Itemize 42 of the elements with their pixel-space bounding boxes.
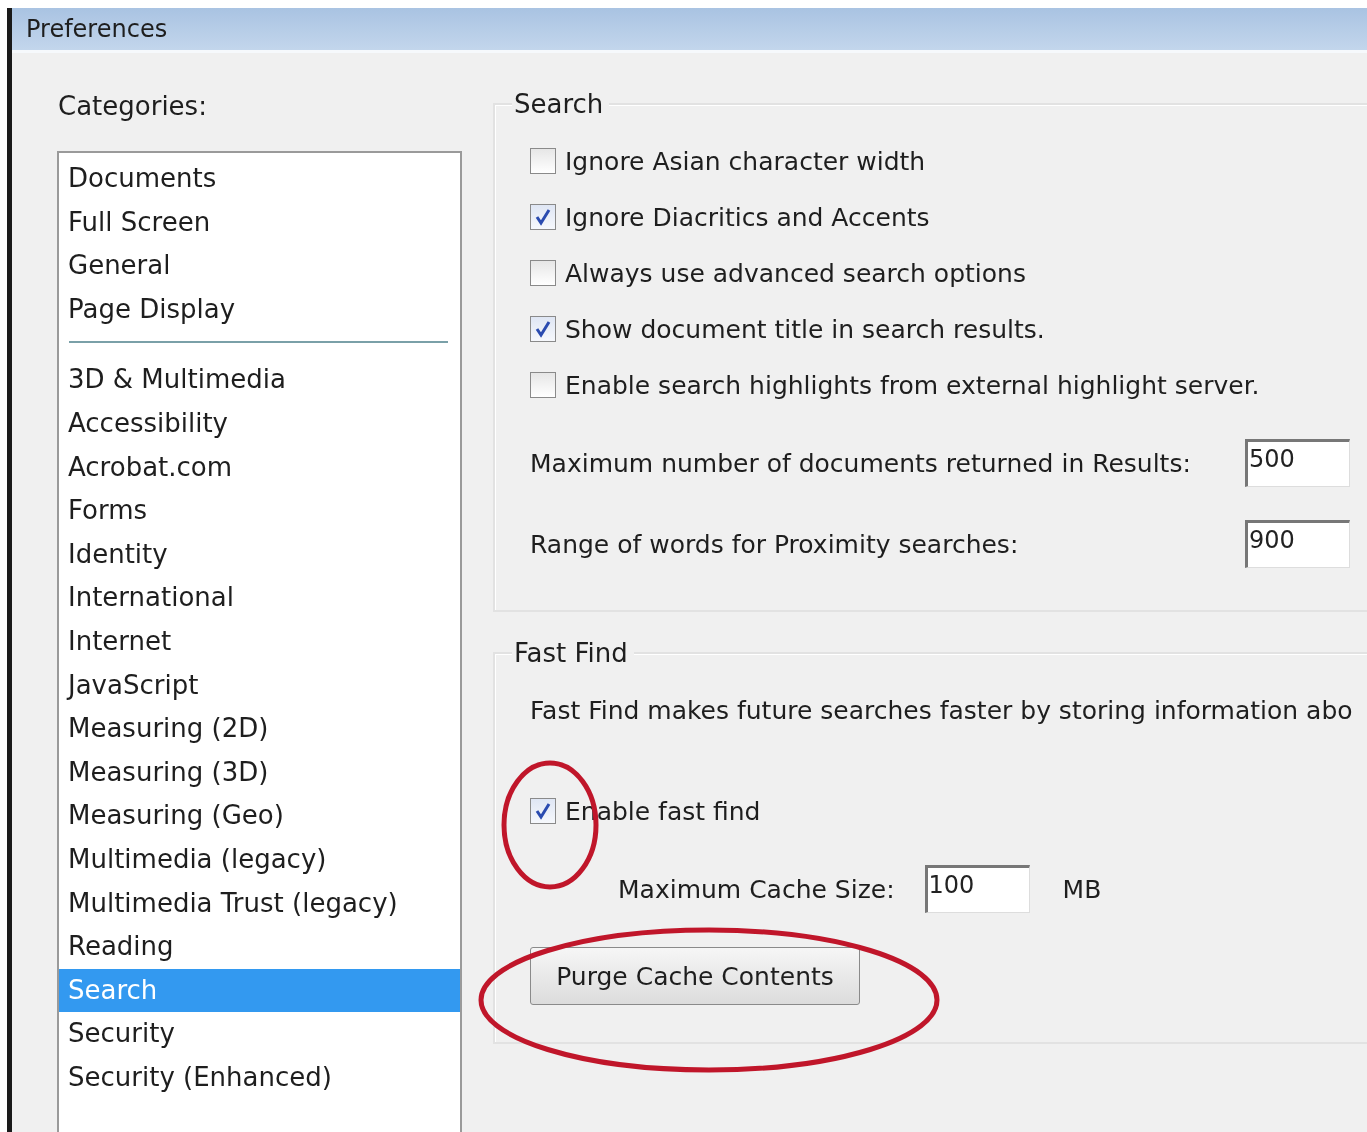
category-item[interactable]: Identity bbox=[59, 532, 460, 577]
category-item[interactable]: Multimedia Trust (legacy) bbox=[59, 881, 460, 926]
checkbox-label: Show document title in search results. bbox=[565, 314, 1045, 344]
category-item[interactable]: JavaScript bbox=[59, 663, 460, 708]
checkbox[interactable] bbox=[530, 316, 556, 342]
checkbox-label: Always use advanced search options bbox=[565, 258, 1026, 288]
field-label: Range of words for Proximity searches: bbox=[530, 529, 1019, 559]
category-item[interactable]: Measuring (3D) bbox=[59, 750, 460, 795]
checkbox[interactable] bbox=[530, 372, 556, 398]
checkbox[interactable] bbox=[530, 798, 556, 824]
category-item[interactable]: Security (Enhanced) bbox=[59, 1055, 460, 1100]
category-item[interactable]: Documents bbox=[59, 157, 460, 201]
category-item[interactable]: Reading bbox=[59, 925, 460, 969]
category-item[interactable]: Full Screen bbox=[59, 200, 460, 245]
categories-label: Categories: bbox=[58, 91, 208, 123]
checkbox[interactable] bbox=[530, 260, 556, 286]
category-item[interactable]: Page Display bbox=[59, 287, 460, 332]
cache-size-field[interactable]: 100 bbox=[924, 865, 1030, 913]
checkbox[interactable] bbox=[530, 148, 556, 174]
category-item[interactable]: Measuring (2D) bbox=[59, 707, 460, 751]
category-item[interactable]: Accessibility bbox=[59, 401, 460, 446]
category-item[interactable]: Security bbox=[59, 1012, 460, 1056]
category-item[interactable]: Internet bbox=[59, 619, 460, 664]
purge-cache-button[interactable]: Purge Cache Contents bbox=[530, 947, 860, 1005]
category-item[interactable]: Forms bbox=[59, 489, 460, 533]
checkbox-label: Ignore Asian character width bbox=[565, 146, 926, 176]
checkbox-label: Ignore Diacritics and Accents bbox=[565, 202, 930, 232]
number-field[interactable]: 900 bbox=[1245, 520, 1350, 568]
field-label: Maximum Cache Size: bbox=[618, 874, 895, 904]
checkbox-label: Enable search highlights from external highlight server. bbox=[565, 370, 1260, 400]
description-text: Fast Find makes future searches faster by storing information abo bbox=[530, 696, 1354, 725]
category-item[interactable]: Multimedia (legacy) bbox=[59, 837, 460, 882]
category-item[interactable]: Measuring (Geo) bbox=[59, 794, 460, 838]
unit-label: MB bbox=[1062, 874, 1102, 904]
window-title: Preferences bbox=[26, 15, 168, 43]
category-item[interactable]: General bbox=[59, 244, 460, 288]
category-item[interactable]: Acrobat.com bbox=[59, 445, 460, 490]
number-field[interactable]: 500 bbox=[1245, 439, 1350, 487]
category-item[interactable]: 3D & Multimedia bbox=[59, 358, 460, 402]
category-item[interactable]: International bbox=[59, 576, 460, 620]
checkbox[interactable] bbox=[530, 204, 556, 230]
field-label: Maximum number of documents returned in Results: bbox=[530, 448, 1191, 478]
